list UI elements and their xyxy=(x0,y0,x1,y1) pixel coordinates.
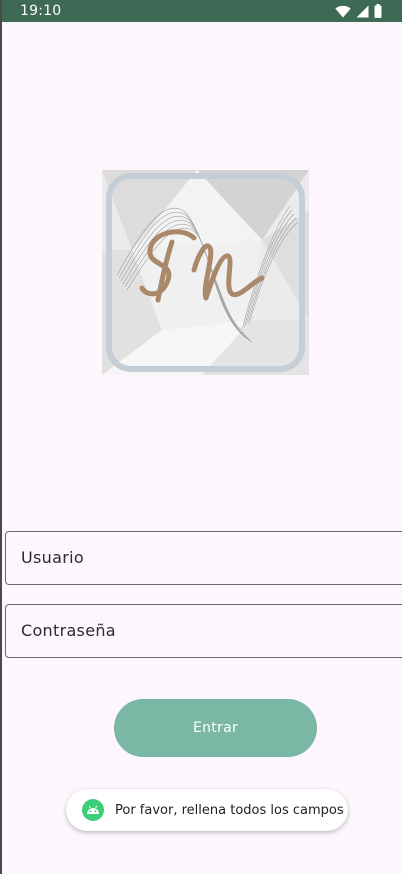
status-time: 19:10 xyxy=(20,3,62,19)
wifi-icon xyxy=(335,5,351,18)
login-screen: 19:10 Usuario Contraseña Entrar Por favo… xyxy=(0,0,402,874)
signal-icon xyxy=(356,5,369,18)
toast-message: Por favor, rellena todos los campos xyxy=(66,789,348,831)
android-icon xyxy=(82,799,104,821)
enter-button[interactable]: Entrar xyxy=(114,699,317,757)
status-bar: 19:10 xyxy=(2,0,402,22)
password-field[interactable]: Contraseña xyxy=(5,604,402,658)
toast-text: Por favor, rellena todos los campos xyxy=(115,802,344,818)
app-logo xyxy=(102,170,309,375)
username-field[interactable]: Usuario xyxy=(5,531,402,585)
username-placeholder: Usuario xyxy=(21,548,84,567)
status-icons xyxy=(335,3,382,19)
password-placeholder: Contraseña xyxy=(21,621,116,640)
battery-icon xyxy=(374,4,382,18)
